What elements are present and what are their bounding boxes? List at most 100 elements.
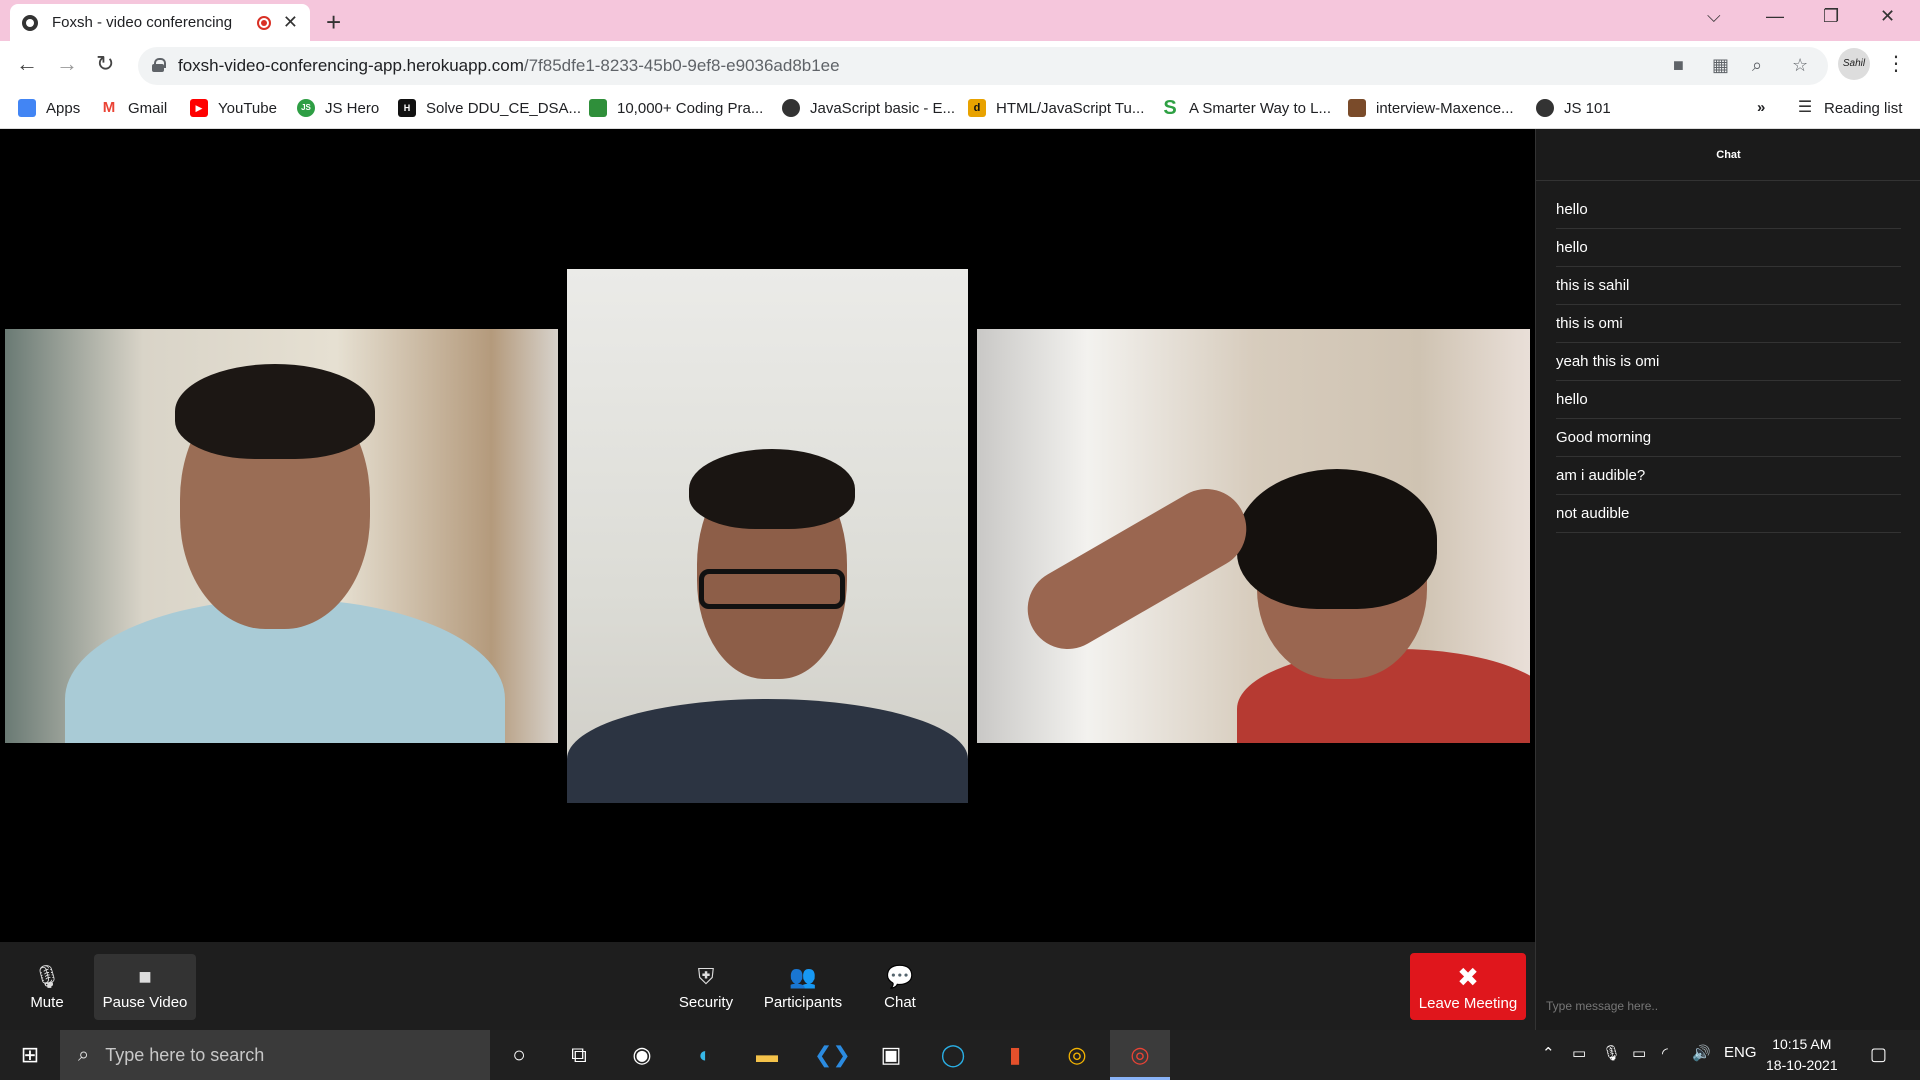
bookmark-codechef[interactable]: 10,000+ Coding Pra... — [589, 99, 763, 117]
reload-icon[interactable]: ↻ — [96, 51, 114, 77]
bookmark-apps[interactable]: Apps — [18, 99, 80, 117]
mute-button[interactable]: 🎙 Mute — [18, 954, 76, 1020]
mute-label: Mute — [30, 993, 64, 1011]
clock[interactable]: 10:15 AM 18-10-2021 — [1766, 1034, 1838, 1076]
image-thumb-icon — [1348, 99, 1366, 117]
bookmark-star-icon[interactable]: ☆ — [1792, 55, 1808, 76]
participants-button[interactable]: 👥 Participants — [756, 954, 850, 1020]
reading-list-icon: ☰ — [1797, 99, 1813, 116]
recording-indicator-icon — [256, 15, 271, 30]
smarter-way-icon: S — [1163, 97, 1177, 119]
security-label: Security — [678, 993, 734, 1011]
apps-grid-icon — [18, 99, 36, 117]
back-arrow-icon[interactable]: ← — [16, 51, 38, 77]
close-tab-icon[interactable]: ✕ — [283, 12, 298, 33]
device-icon[interactable]: ▭ — [1572, 1044, 1586, 1062]
address-bar[interactable]: foxsh-video-conferencing-app.herokuapp.c… — [138, 47, 1828, 85]
globe-icon — [1536, 99, 1554, 117]
github-icon[interactable]: ◉ — [627, 1040, 657, 1070]
chat-button[interactable]: 💬 Chat — [870, 954, 930, 1020]
bookmarks-overflow-button[interactable]: » — [1757, 99, 1765, 116]
chat-title: Chat — [1536, 129, 1920, 181]
task-view-icon[interactable]: ⧉ — [564, 1040, 594, 1070]
taskbar-search-box[interactable]: ⌕ Type here to search — [60, 1030, 490, 1080]
security-button[interactable]: ⛨ Security — [668, 954, 744, 1020]
file-explorer-icon[interactable]: ▬ — [752, 1040, 782, 1070]
chat-message: am i audible? — [1556, 457, 1901, 495]
windows-taskbar: ⊞ ⌕ Type here to search ○ ⧉ ◉ ◐ ▬ ❮❯ ▣ ◯… — [0, 1030, 1920, 1080]
taskbar-search-placeholder: Type here to search — [105, 1044, 265, 1065]
new-tab-button[interactable]: + — [326, 7, 341, 38]
chat-message: this is sahil — [1556, 267, 1901, 305]
tray-microphone-icon[interactable]: 🎙 — [1602, 1044, 1621, 1062]
browser-toolbar: ← → ↻ foxsh-video-conferencing-app.herok… — [0, 41, 1920, 91]
chat-message: hello — [1556, 229, 1901, 267]
participants-icon: 👥 — [789, 963, 817, 989]
person-arm — [1013, 474, 1261, 664]
person-hair — [175, 364, 375, 459]
person-hair — [1237, 469, 1437, 609]
person-shirt — [567, 699, 968, 803]
bookmark-smarter-way[interactable]: SA Smarter Way to L... — [1161, 97, 1331, 119]
minimize-window-button[interactable]: — — [1766, 6, 1784, 27]
store-icon[interactable]: ▣ — [876, 1040, 906, 1070]
participant-video-1 — [5, 329, 558, 743]
bookmark-hackerrank[interactable]: H Solve DDU_CE_DSA... — [398, 99, 581, 117]
bookmark-youtube[interactable]: ▶ YouTube — [190, 99, 277, 117]
qr-code-icon[interactable]: ▦ — [1712, 55, 1729, 76]
chrome-icon[interactable]: ◎ — [1062, 1040, 1092, 1070]
video-camera-icon: ■ — [138, 963, 152, 989]
language-indicator[interactable]: ENG — [1724, 1044, 1757, 1061]
site-favicon-icon — [22, 14, 38, 31]
participant-video-2 — [567, 269, 968, 803]
browser-menu-icon[interactable]: ⋮ — [1886, 51, 1906, 76]
vscode-icon[interactable]: ❮❯ — [814, 1040, 851, 1070]
tray-chevron-icon[interactable]: ⌃ — [1542, 1044, 1555, 1062]
bookmark-html-javascript[interactable]: d HTML/JavaScript Tu... — [968, 99, 1144, 117]
tab-title: Foxsh - video conferencing — [52, 14, 233, 31]
url-text[interactable]: foxsh-video-conferencing-app.herokuapp.c… — [178, 56, 840, 76]
browser-tab[interactable]: Foxsh - video conferencing ✕ — [10, 4, 310, 41]
search-icon: ⌕ — [78, 1043, 90, 1066]
jshero-icon: JS — [297, 99, 315, 117]
leave-meeting-label: Leave Meeting — [1418, 994, 1518, 1012]
alexa-icon[interactable]: ◯ — [938, 1040, 968, 1070]
battery-icon[interactable]: ▭ — [1632, 1044, 1646, 1062]
tab-search-icon[interactable]: ⌵ — [1707, 6, 1721, 27]
windows-start-icon[interactable]: ⊞ — [15, 1040, 45, 1070]
leave-meeting-button[interactable]: ✖ Leave Meeting — [1410, 953, 1526, 1020]
bookmark-gmail[interactable]: M Gmail — [100, 99, 167, 117]
browser-tab-strip: Foxsh - video conferencing ✕ + ⌵ — ❐ ✕ — [0, 0, 1920, 41]
person-hair — [689, 449, 855, 529]
reading-list-button[interactable]: ☰ Reading list — [1796, 99, 1903, 117]
close-window-button[interactable]: ✕ — [1880, 6, 1895, 27]
chat-message: this is omi — [1556, 305, 1901, 343]
camera-in-use-icon[interactable]: ■ — [1673, 55, 1684, 76]
active-chrome-app[interactable]: ◎ — [1110, 1030, 1170, 1080]
hackerrank-icon: H — [398, 99, 416, 117]
chat-message: not audible — [1556, 495, 1901, 533]
forward-arrow-icon[interactable]: → — [56, 51, 78, 77]
bookmark-javascript-basic[interactable]: JavaScript basic - E... — [782, 99, 955, 117]
chat-message: hello — [1556, 381, 1901, 419]
shield-icon: ⛨ — [697, 963, 715, 989]
wifi-icon[interactable]: ◜ — [1662, 1044, 1668, 1062]
chrome-profile-icon: ◎ — [1130, 1042, 1150, 1067]
volume-icon[interactable]: 🔊 — [1692, 1044, 1711, 1062]
profile-avatar[interactable]: Sahil — [1838, 48, 1870, 80]
pause-video-button[interactable]: ■ Pause Video — [94, 954, 196, 1020]
lock-icon[interactable] — [152, 58, 166, 72]
bookmark-js101[interactable]: JS 101 — [1536, 99, 1611, 117]
zoom-icon[interactable]: ⌕ — [1752, 55, 1762, 76]
chat-message: yeah this is omi — [1556, 343, 1901, 381]
bookmark-interview[interactable]: interview-Maxence... — [1348, 99, 1514, 117]
cortana-icon[interactable]: ○ — [504, 1040, 534, 1070]
office-icon[interactable]: ▮ — [1000, 1040, 1030, 1070]
restore-window-button[interactable]: ❐ — [1823, 6, 1839, 27]
chat-message-input[interactable] — [1546, 991, 1911, 1021]
participants-label: Participants — [763, 993, 843, 1011]
globe-icon — [782, 99, 800, 117]
edge-icon[interactable]: ◐ — [690, 1040, 720, 1070]
notifications-icon[interactable]: ▢ — [1870, 1044, 1887, 1065]
bookmark-jshero[interactable]: JS JS Hero — [297, 99, 379, 117]
